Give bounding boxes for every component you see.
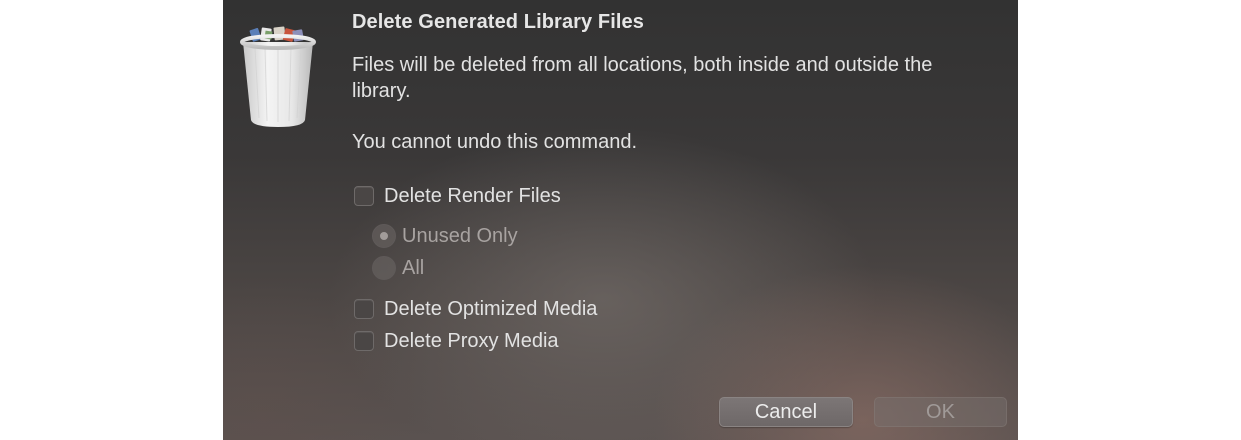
delete-proxy-media-checkbox[interactable] [354,331,374,351]
render-unused-only-option[interactable]: Unused Only [352,223,518,249]
unused-only-radio[interactable] [372,224,396,248]
cancel-button[interactable]: Cancel [719,397,853,427]
delete-optimized-media-label: Delete Optimized Media [384,297,598,320]
unused-only-label: Unused Only [402,224,518,247]
delete-generated-files-dialog: Delete Generated Library Files Files wil… [223,0,1018,440]
delete-render-files-checkbox[interactable] [354,186,374,206]
all-label: All [402,256,425,279]
dialog-title: Delete Generated Library Files [352,11,645,33]
delete-optimized-media-checkbox[interactable] [354,299,374,319]
all-radio[interactable] [372,256,396,280]
delete-optimized-media-option[interactable]: Delete Optimized Media [352,296,597,322]
delete-render-files-label: Delete Render Files [384,184,561,207]
dialog-warning: You cannot undo this command. [352,131,638,153]
delete-proxy-media-label: Delete Proxy Media [384,329,559,352]
radio-selected-dot [380,232,388,240]
trash-full-icon [239,26,317,128]
ok-button[interactable]: OK [874,397,1007,427]
dialog-message: Files will be deleted from all locations… [352,54,933,102]
delete-proxy-media-option[interactable]: Delete Proxy Media [352,328,559,354]
render-all-option[interactable]: All [352,255,424,281]
delete-render-files-option[interactable]: Delete Render Files [352,183,561,209]
